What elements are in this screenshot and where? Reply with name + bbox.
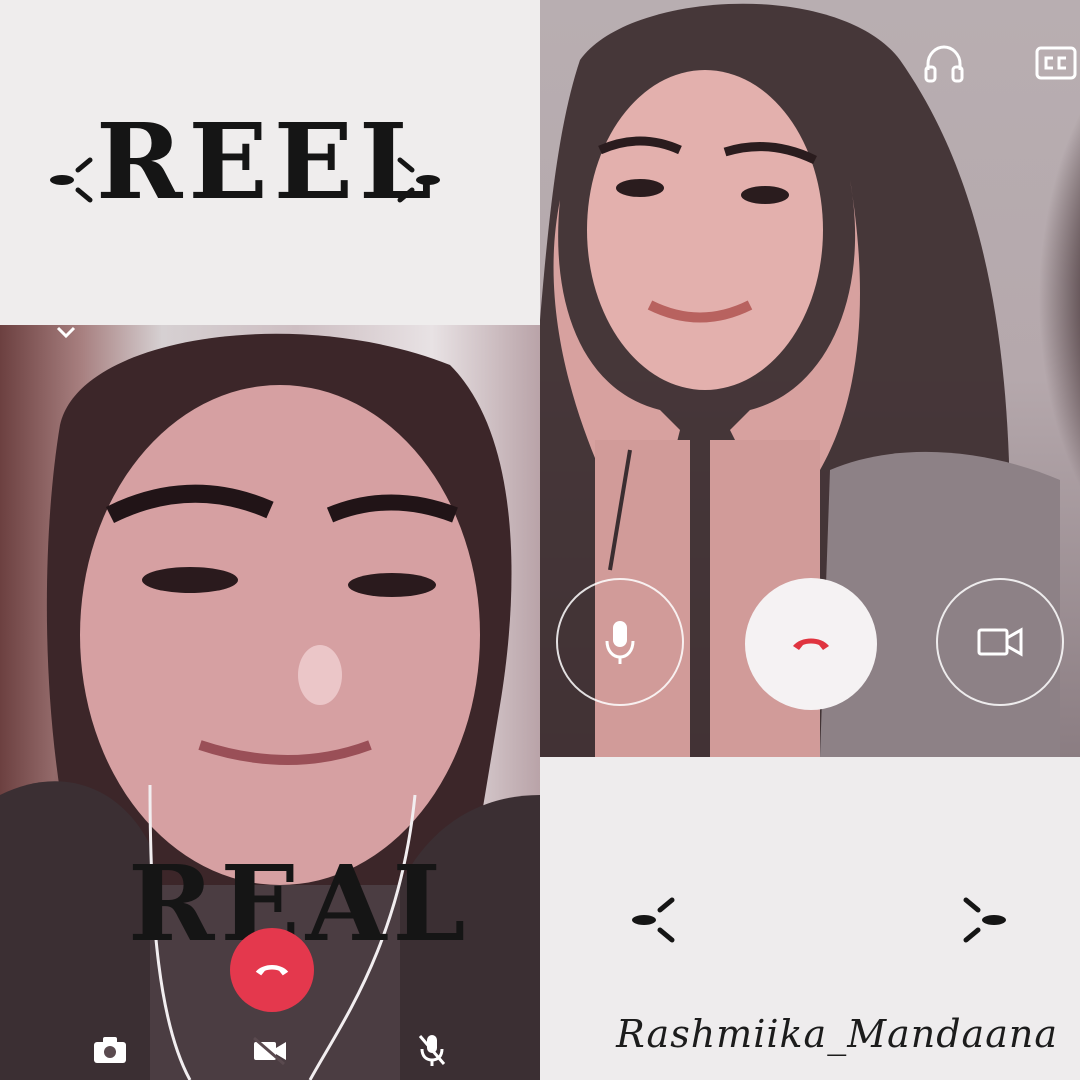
- closed-captions-icon: [1035, 46, 1077, 80]
- headphones-button[interactable]: [920, 40, 968, 88]
- microphone-icon: [605, 621, 635, 664]
- phone-hangup-icon: [255, 965, 289, 976]
- mute-button[interactable]: [412, 1030, 452, 1070]
- end-call-button-right[interactable]: [745, 578, 877, 710]
- flourish-left-top: [50, 157, 93, 203]
- headphones-icon: [924, 45, 964, 83]
- flourish-right-bottom: [963, 897, 1006, 943]
- video-button[interactable]: [936, 578, 1064, 706]
- mic-off-icon: [418, 1035, 446, 1066]
- end-call-button-left[interactable]: [230, 928, 314, 1012]
- camera-button[interactable]: [90, 1030, 130, 1070]
- video-off-icon: [253, 1036, 286, 1066]
- phone-hangup-icon: [793, 638, 829, 650]
- captions-button[interactable]: [1034, 42, 1078, 84]
- flourish-right-top: [397, 157, 440, 203]
- microphone-button[interactable]: [556, 578, 684, 706]
- video-off-button[interactable]: [250, 1030, 290, 1070]
- reel-label: REEL: [96, 100, 439, 223]
- camera-icon: [94, 1037, 126, 1063]
- video-camera-icon: [977, 627, 1023, 657]
- chevron-down-icon: [56, 326, 76, 339]
- flourish-left-bottom: [632, 897, 675, 943]
- signature-watermark: Rashmiika_Mandaana: [616, 1012, 1058, 1056]
- collapse-button[interactable]: [52, 322, 80, 342]
